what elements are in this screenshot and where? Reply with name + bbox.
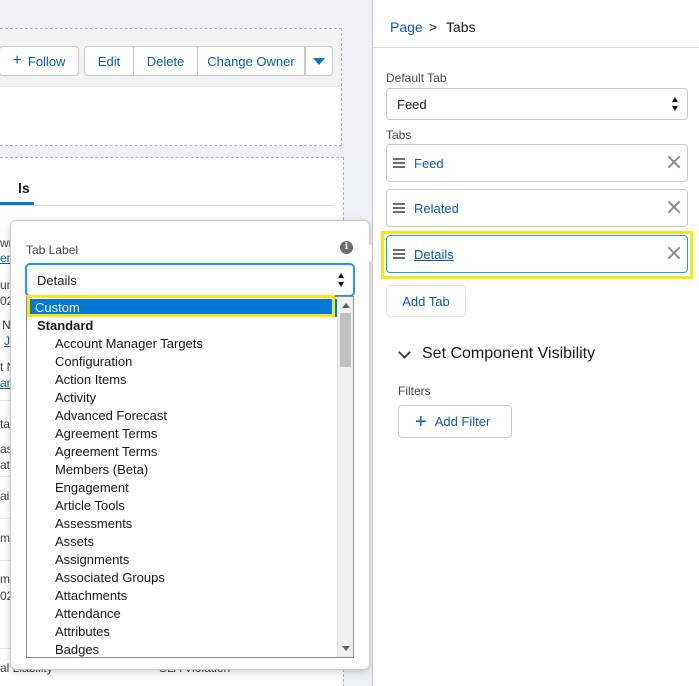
add-tab-button[interactable]: Add Tab <box>386 285 466 317</box>
chevron-down-icon <box>313 57 325 65</box>
close-icon[interactable] <box>666 245 682 261</box>
change-owner-button[interactable]: Change Owner <box>198 46 305 76</box>
list-item[interactable]: Activity <box>55 389 96 407</box>
tab-label-title: Tab Label <box>26 243 79 257</box>
close-icon[interactable] <box>666 154 682 170</box>
filters-label: Filters <box>398 384 431 398</box>
plus-icon: + <box>415 410 427 433</box>
list-item[interactable]: Associated Groups <box>55 569 165 587</box>
breadcrumb-page-link[interactable]: Page <box>390 19 423 35</box>
select-arrows-icon <box>672 97 679 111</box>
drag-handle-icon[interactable] <box>393 203 405 213</box>
details-tab-fragment: ls <box>18 180 30 196</box>
breadcrumb-current: Tabs <box>446 19 476 35</box>
delete-button[interactable]: Delete <box>134 46 198 76</box>
add-filter-label: Add Filter <box>434 414 491 429</box>
list-item[interactable]: Agreement Terms <box>55 443 157 461</box>
tabs-label: Tabs <box>386 128 412 142</box>
component-visibility-toggle[interactable]: Set Component Visibility <box>422 345 595 363</box>
tab-item-feed[interactable]: Feed <box>386 144 688 182</box>
default-tab-value: Feed <box>397 96 427 112</box>
lightning-app-builder: + Follow Edit Delete Change Owner ls wn … <box>0 0 699 686</box>
option-custom[interactable]: Custom <box>29 299 337 317</box>
list-item[interactable]: Action Items <box>55 371 127 389</box>
list-item[interactable]: Advanced Forecast <box>55 407 167 425</box>
list-item[interactable]: Assets <box>55 533 94 551</box>
tab-label-select-value: Details <box>37 272 77 288</box>
list-item[interactable]: Members (Beta) <box>55 461 148 479</box>
tab-item-label[interactable]: Feed <box>414 156 444 171</box>
optgroup-standard: Standard <box>37 318 94 333</box>
select-arrows-icon <box>338 273 345 287</box>
list-item[interactable]: Assignments <box>55 551 129 569</box>
list-item[interactable]: Attachments <box>55 587 127 605</box>
default-tab-select[interactable]: Feed <box>386 88 688 120</box>
tab-label-select[interactable]: Details <box>26 264 354 296</box>
edit-button[interactable]: Edit <box>84 46 134 76</box>
drag-handle-icon[interactable] <box>393 158 405 168</box>
list-item[interactable]: Engagement <box>55 479 129 497</box>
default-tab-label: Default Tab <box>386 71 447 85</box>
add-filter-button[interactable]: + Add Filter <box>398 405 512 438</box>
list-item[interactable]: Article Tools <box>55 497 125 515</box>
chevron-down-icon[interactable] <box>398 346 411 359</box>
properties-panel: Page > Tabs Default Tab Feed Tabs Feed R… <box>373 0 699 686</box>
options-scrollbar[interactable] <box>337 297 353 657</box>
list-item[interactable]: Attendance <box>55 605 121 623</box>
scroll-down-arrow-icon[interactable] <box>342 646 350 651</box>
plus-icon: + <box>12 52 22 69</box>
list-item[interactable]: Agreement Terms <box>55 425 157 443</box>
info-icon[interactable]: i <box>340 241 353 254</box>
list-item[interactable]: Configuration <box>55 353 132 371</box>
tab-item-label[interactable]: Details <box>414 247 454 262</box>
list-item[interactable]: Badges <box>55 641 99 657</box>
scrollbar-thumb[interactable] <box>340 313 351 367</box>
list-item[interactable]: Attributes <box>55 623 110 641</box>
follow-button-label: Follow <box>27 53 66 69</box>
tab-item-label[interactable]: Related <box>414 201 459 216</box>
tab-divider <box>0 205 333 206</box>
record-actions-group: Edit Delete Change Owner <box>84 46 305 76</box>
scroll-up-arrow-icon[interactable] <box>342 303 350 308</box>
list-item[interactable]: Account Manager Targets <box>55 335 203 353</box>
breadcrumb-separator: > <box>429 19 438 35</box>
tab-item-details[interactable]: Details <box>386 235 688 273</box>
tab-label-options-list[interactable]: Custom Standard Account Manager Targets … <box>26 296 354 658</box>
follow-button[interactable]: + Follow <box>0 46 79 76</box>
drag-handle-icon[interactable] <box>393 249 405 259</box>
close-icon[interactable] <box>666 199 682 215</box>
tab-item-related[interactable]: Related <box>386 189 688 227</box>
page-canvas: + Follow Edit Delete Change Owner ls wn … <box>0 0 373 686</box>
more-actions-button[interactable] <box>305 46 333 76</box>
list-item[interactable]: Assessments <box>55 515 132 533</box>
